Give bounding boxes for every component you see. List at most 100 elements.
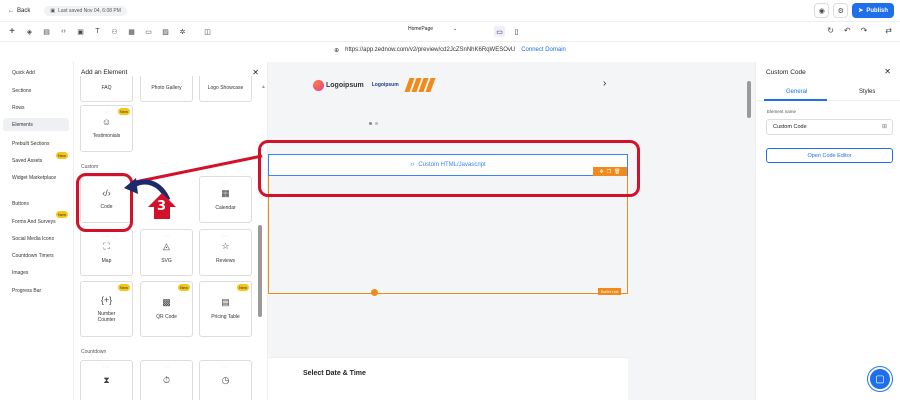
- nav-item-countdown-timers[interactable]: Countdown Timers: [12, 253, 54, 259]
- editor-canvas[interactable]: Logoipsum Logoipsum › ‹› Custom HTML/Jav…: [268, 62, 755, 400]
- element-card-countdown-1[interactable]: ::: ⧗: [80, 360, 133, 400]
- save-icon[interactable]: ▣: [76, 27, 85, 36]
- editor-toolbar: + ◈ ▤ ‹› ▣ T ⚇ ▦ ▭ ▨ ✲ ◫ HomePage ⌄ ▭ ▯ …: [0, 22, 900, 42]
- doc-icon[interactable]: ▭: [144, 27, 153, 36]
- page-name: HomePage: [408, 26, 434, 32]
- star-icon: ☆: [221, 240, 230, 251]
- chevron-right-icon[interactable]: ›: [603, 78, 606, 89]
- new-badge: New: [117, 284, 130, 291]
- scrollbar-up-icon[interactable]: ▲: [261, 84, 266, 90]
- logo-mark: [313, 79, 324, 91]
- calendar-icon[interactable]: ▦: [127, 27, 136, 36]
- send-icon: ➤: [858, 8, 864, 14]
- nav-item-buttons[interactable]: Buttons: [12, 201, 29, 207]
- redo-icon[interactable]: ↷: [861, 26, 868, 35]
- testimonial-icon: ☺: [101, 117, 112, 128]
- mobile-icon[interactable]: ▯: [511, 26, 522, 37]
- element-card-logo-showcase[interactable]: Logo Showcase: [199, 76, 252, 102]
- new-badge: New: [117, 108, 130, 115]
- close-icon[interactable]: ✕: [884, 67, 891, 76]
- left-nav: Quick Add Sections Rows Elements Prebuil…: [0, 62, 73, 400]
- element-name-value: Custom Code: [773, 124, 807, 130]
- card-label: Calendar: [215, 204, 236, 211]
- history-icon[interactable]: ↻: [827, 26, 834, 35]
- carousel-dots[interactable]: [369, 122, 378, 125]
- element-card-faq[interactable]: FAQ: [80, 76, 133, 102]
- back-button[interactable]: ← Back: [8, 8, 30, 14]
- card-label: Map: [101, 257, 112, 264]
- nav-item-images[interactable]: Images: [12, 270, 28, 276]
- element-card-pricing-table[interactable]: New ▤ Pricing Table: [199, 281, 252, 337]
- settings-button[interactable]: ⚙: [833, 3, 849, 18]
- preview-button[interactable]: ◉: [814, 3, 830, 18]
- back-label: Back: [17, 7, 31, 14]
- nav-item-widget-marketplace[interactable]: Widget Marketplace: [12, 175, 56, 181]
- element-name-label: Element name: [767, 109, 797, 114]
- alarm-icon: ⏱: [162, 375, 171, 385]
- tab-general[interactable]: General: [786, 89, 807, 95]
- add-handle[interactable]: [371, 289, 378, 296]
- page-selector[interactable]: HomePage ⌄: [408, 26, 457, 32]
- arrow-left-icon: ←: [8, 7, 14, 14]
- card-label: Pricing Table: [211, 314, 240, 321]
- element-card-qr-code[interactable]: New ▩ QR Code: [140, 281, 193, 337]
- layers-icon[interactable]: ◈: [25, 27, 34, 36]
- page-icon[interactable]: ▤: [42, 27, 51, 36]
- element-card-countdown-3[interactable]: ::: ◷: [199, 360, 252, 400]
- element-card-countdown-2[interactable]: ::: ⏱: [140, 360, 193, 400]
- code-icon[interactable]: ‹›: [59, 27, 68, 36]
- sliders-icon[interactable]: ⇄: [885, 26, 892, 35]
- element-card-map[interactable]: ::: ⛶ Map: [80, 229, 133, 276]
- desktop-icon[interactable]: ▭: [494, 26, 505, 37]
- map-icon: ⛶: [103, 240, 110, 251]
- card-label: Testimonials: [92, 133, 121, 140]
- nav-item-social-media-icons[interactable]: Social Media Icons: [12, 236, 54, 242]
- variable-icon[interactable]: ⊞: [882, 123, 887, 130]
- nav-item-elements[interactable]: Elements: [3, 118, 69, 131]
- open-code-editor-button[interactable]: Open Code Editor: [766, 148, 893, 163]
- people-icon[interactable]: ⚇: [110, 27, 119, 36]
- chat-icon: ▢: [875, 373, 885, 385]
- publish-button[interactable]: ➤ Publish: [852, 3, 894, 18]
- element-card-reviews[interactable]: ::: ☆ Reviews: [199, 229, 252, 276]
- layout-icon[interactable]: ◫: [203, 27, 212, 36]
- nav-item-quick-add[interactable]: Quick Add: [12, 70, 35, 76]
- undo-icon[interactable]: ↶: [844, 26, 851, 35]
- tab-styles[interactable]: Styles: [859, 89, 875, 95]
- preview-url[interactable]: https://app.zednow.com/v2/preview/cd2JcZ…: [345, 47, 515, 53]
- element-card-svg[interactable]: ::: ◬ SVG: [140, 229, 193, 276]
- element-card-number-counter[interactable]: New {+} Number Counter: [80, 281, 133, 337]
- connect-domain-link[interactable]: Connect Domain: [521, 47, 566, 53]
- nav-item-progress-bar[interactable]: Progress Bar: [12, 288, 41, 294]
- panel-title: Add an Element: [81, 69, 128, 76]
- top-bar: ← Back ▣ Last saved Nov 04, 6:08 PM ◉ ⚙ …: [0, 0, 900, 22]
- element-card-testimonials[interactable]: ::: New ☺ Testimonials: [80, 105, 133, 152]
- close-icon[interactable]: ✕: [252, 68, 259, 77]
- element-card-calendar[interactable]: ::: ▦ Calendar: [199, 176, 252, 223]
- panel-scrollbar[interactable]: [258, 225, 262, 317]
- nav-item-forms-and-surveys[interactable]: Forms And Surveys: [12, 219, 56, 225]
- new-badge: New: [177, 284, 190, 291]
- save-icon: ▣: [50, 7, 56, 14]
- help-chat-button[interactable]: ▢: [868, 367, 892, 391]
- new-badge: New: [56, 152, 69, 159]
- image-icon[interactable]: ▨: [161, 27, 170, 36]
- logo-text: Logoipsum: [326, 81, 364, 89]
- nav-item-prebuilt-sections[interactable]: Prebuilt Sections: [12, 141, 50, 147]
- add-button[interactable]: +: [5, 25, 19, 39]
- calendar-icon: ▦: [221, 187, 230, 198]
- element-name-field[interactable]: Custom Code ⊞: [766, 119, 893, 135]
- section-label-custom: Custom: [81, 164, 99, 170]
- date-time-section[interactable]: Select Date & Time: [268, 357, 628, 400]
- text-icon[interactable]: T: [93, 27, 102, 36]
- card-label: QR Code: [156, 314, 177, 321]
- nav-item-rows[interactable]: Rows: [12, 105, 25, 111]
- logo-strip: Logoipsum Logoipsum: [313, 78, 436, 92]
- new-badge: New: [236, 284, 249, 291]
- canvas-scrollbar[interactable]: [747, 81, 751, 118]
- pricing-icon: ▤: [221, 297, 230, 308]
- nav-item-saved-assets[interactable]: Saved Assets: [12, 158, 42, 164]
- element-card-photo-gallery[interactable]: Photo Gallery: [140, 76, 193, 102]
- nav-item-sections[interactable]: Sections: [12, 88, 31, 94]
- settings-icon[interactable]: ✲: [178, 27, 187, 36]
